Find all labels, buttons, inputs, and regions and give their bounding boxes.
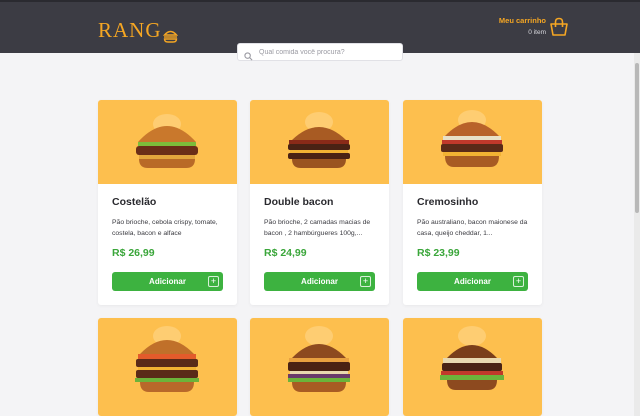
shopping-bag-icon[interactable] — [549, 17, 569, 37]
cart[interactable]: Meu carrinho 0 item — [498, 16, 568, 36]
plus-icon: + — [513, 276, 524, 287]
product-description: Pão australiano, bacon maionese da casa,… — [417, 219, 528, 237]
plus-icon: + — [208, 276, 219, 287]
product-card[interactable] — [250, 318, 389, 416]
product-description: Pão brioche, 2 camadas macias de bacon ,… — [264, 219, 371, 237]
product-card[interactable]: Cremosinho Pão australiano, bacon maione… — [403, 100, 542, 305]
product-image — [403, 318, 542, 416]
add-to-cart-button[interactable]: Adicionar + — [417, 272, 528, 291]
product-name: Cremosinho — [417, 196, 479, 208]
search-bar[interactable] — [237, 43, 403, 61]
product-card[interactable]: Costelão Pão brioche, cebola crispy, tom… — [98, 100, 237, 305]
burger-icon — [162, 24, 178, 43]
product-description: Pão brioche, cebola crispy, tomate, cost… — [112, 219, 218, 237]
product-image — [250, 100, 389, 184]
product-image — [98, 100, 237, 184]
search-icon — [244, 48, 253, 60]
scrollbar[interactable] — [634, 53, 640, 416]
product-card[interactable] — [403, 318, 542, 416]
product-price: R$ 24,99 — [264, 247, 307, 259]
scrollbar-thumb[interactable] — [635, 63, 639, 213]
add-button-label: Adicionar — [301, 277, 338, 286]
add-to-cart-button[interactable]: Adicionar + — [264, 272, 375, 291]
product-card[interactable]: Double bacon Pão brioche, 2 camadas maci… — [250, 100, 389, 305]
product-card[interactable] — [98, 318, 237, 416]
product-name: Costelão — [112, 196, 157, 208]
product-image — [403, 100, 542, 184]
product-price: R$ 23,99 — [417, 247, 460, 259]
product-image — [98, 318, 237, 416]
product-name: Double bacon — [264, 196, 334, 208]
add-to-cart-button[interactable]: Adicionar + — [112, 272, 223, 291]
product-image — [250, 318, 389, 416]
search-input[interactable] — [259, 48, 399, 56]
product-price: R$ 26,99 — [112, 247, 155, 259]
logo-text: RANG — [98, 18, 162, 42]
plus-icon: + — [360, 276, 371, 287]
add-button-label: Adicionar — [454, 277, 491, 286]
cart-count: 0 item — [528, 29, 546, 36]
logo[interactable]: RANG — [98, 18, 178, 43]
cart-label: Meu carrinho — [498, 16, 546, 25]
add-button-label: Adicionar — [149, 277, 186, 286]
